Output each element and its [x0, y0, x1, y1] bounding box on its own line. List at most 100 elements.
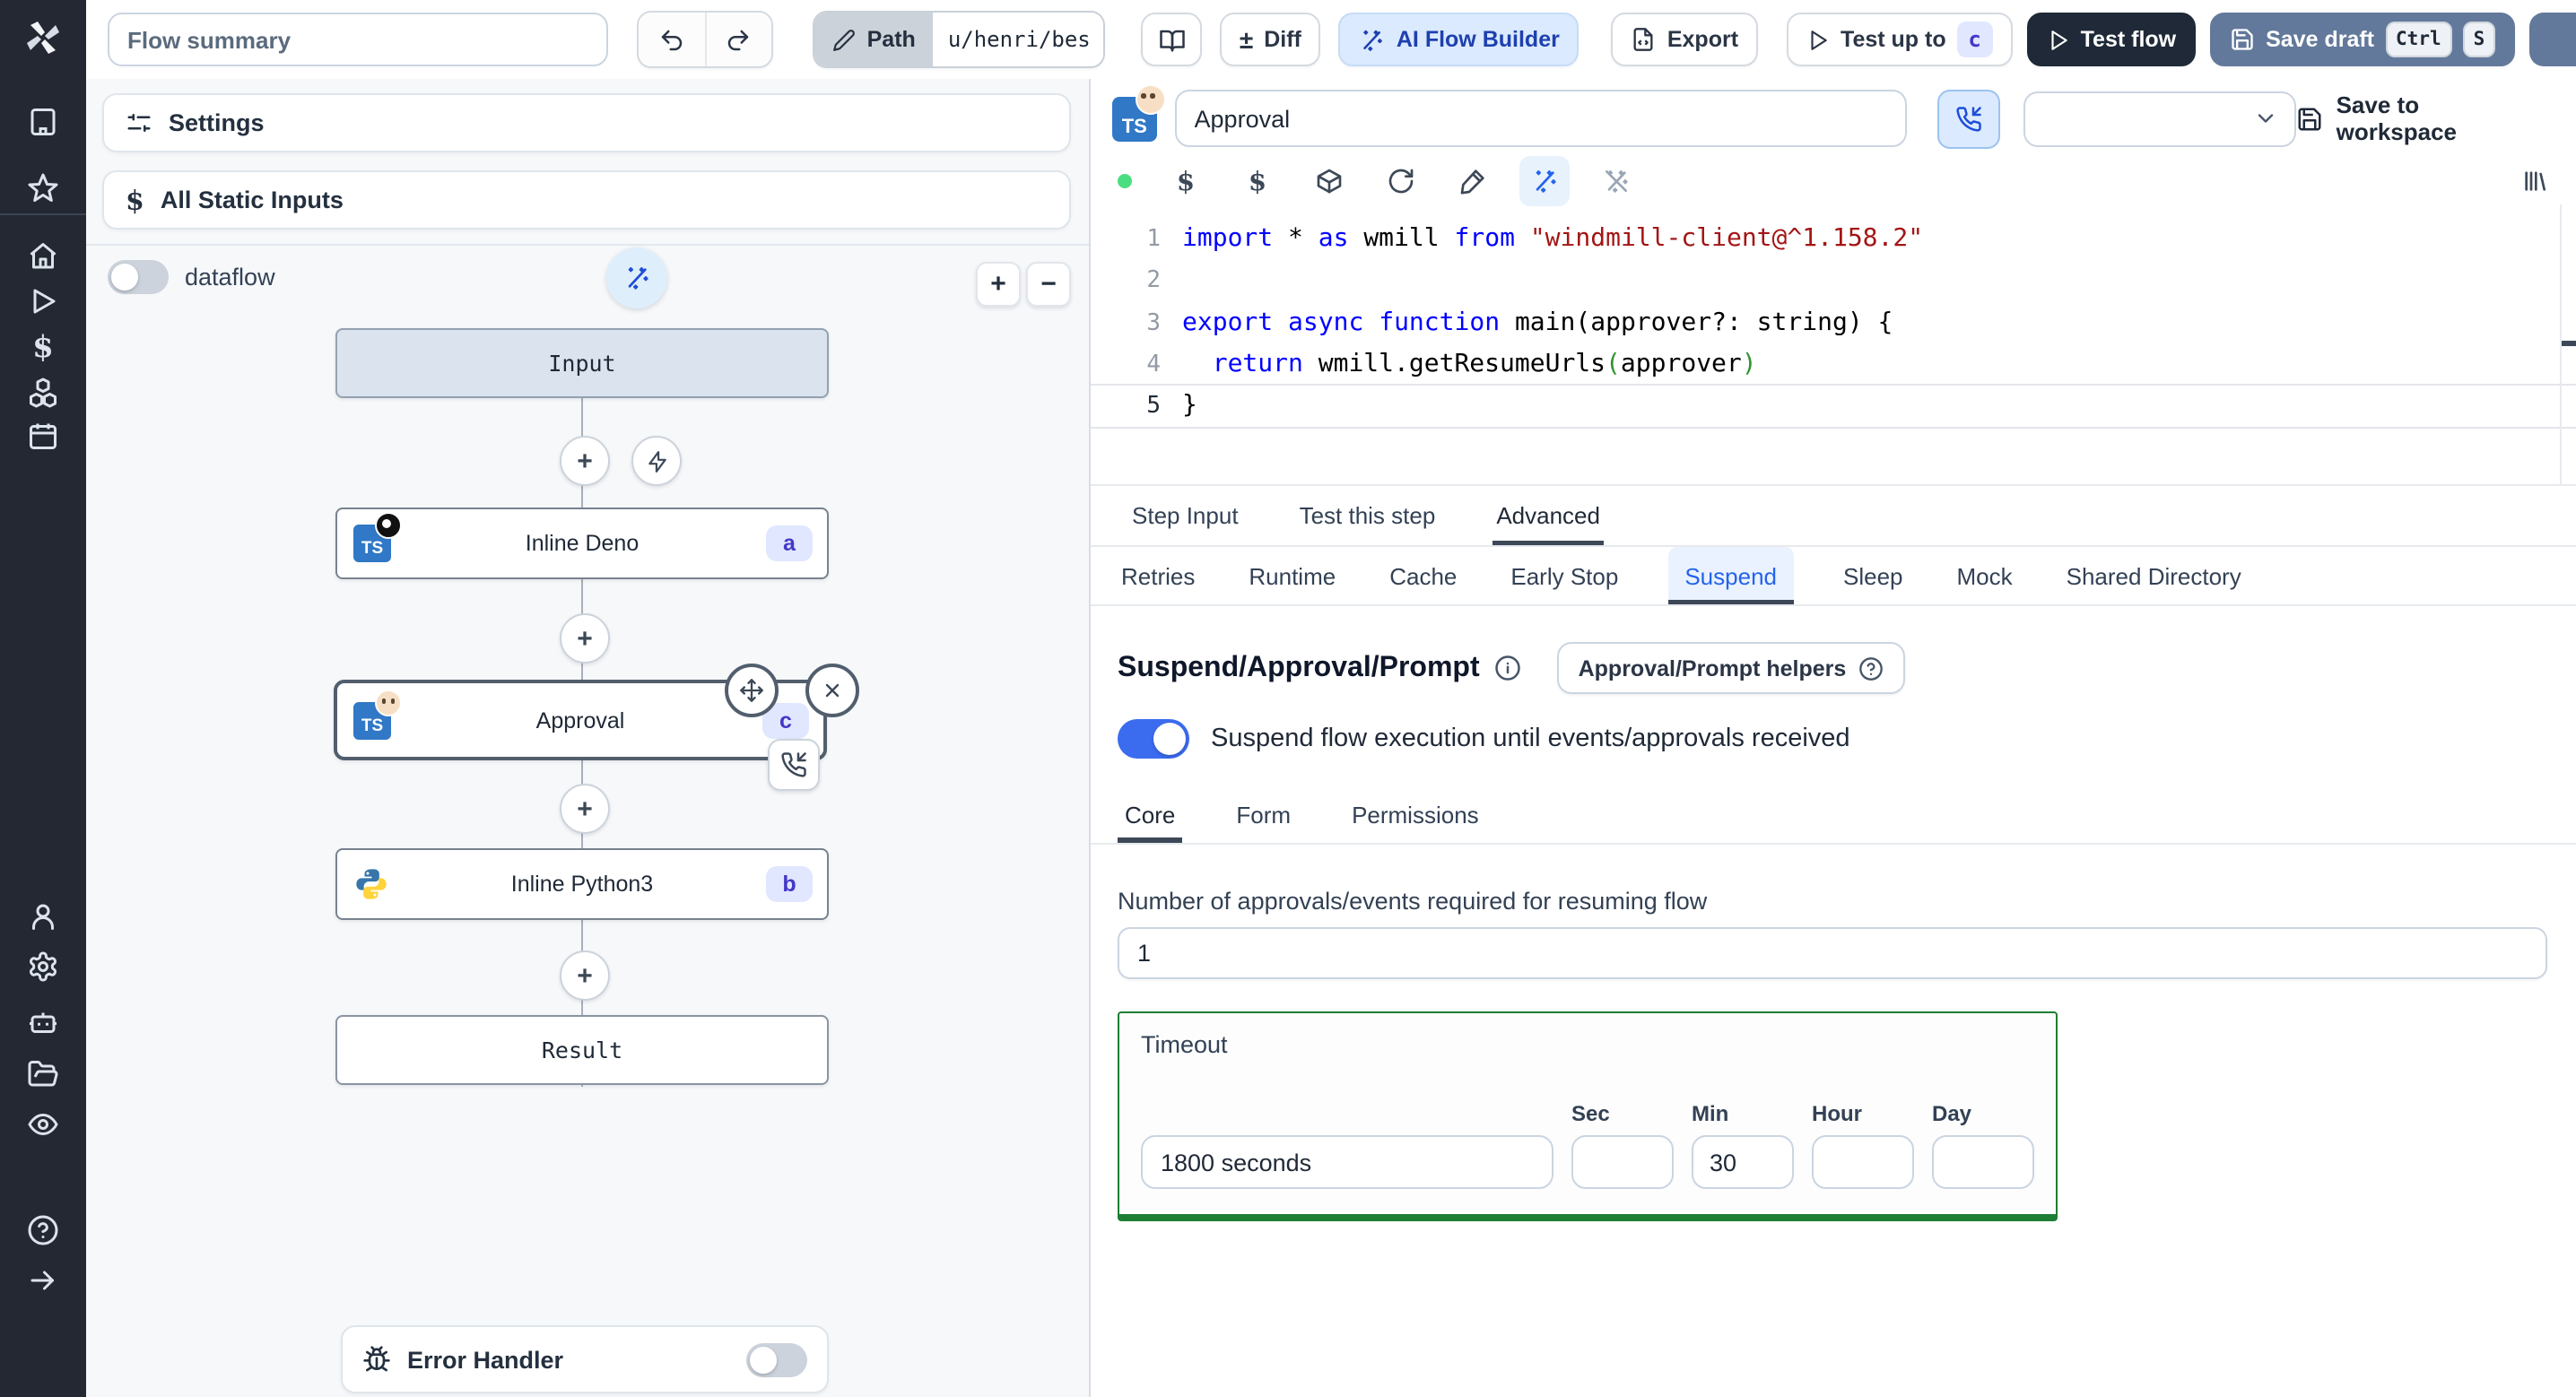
- suspend-heading: Suspend/Approval/Prompt: [1118, 652, 1480, 682]
- suspend-phone-incoming-badge: [768, 739, 820, 791]
- dataflow-toggle[interactable]: [108, 260, 169, 294]
- tab-suspend[interactable]: Suspend: [1668, 547, 1793, 604]
- package-icon[interactable]: [1315, 167, 1344, 195]
- timeout-day-input[interactable]: [1932, 1135, 2034, 1189]
- approval-prompt-helpers-button[interactable]: Approval/Prompt helpers: [1556, 642, 1906, 694]
- settings-gear-icon[interactable]: [27, 950, 59, 983]
- ai-wand-icon[interactable]: [1519, 156, 1570, 206]
- play-icon: [2047, 28, 2070, 51]
- graph-node-result[interactable]: Result: [335, 1015, 829, 1085]
- delete-node-button[interactable]: [805, 664, 859, 717]
- tab-cache[interactable]: Cache: [1386, 547, 1460, 604]
- tab-mock[interactable]: Mock: [1954, 547, 2016, 604]
- flow-settings-button[interactable]: Settings: [102, 93, 1071, 152]
- graph-zoom-in-button[interactable]: +: [976, 262, 1021, 307]
- flow-summary-input[interactable]: [108, 13, 608, 66]
- error-handler-toggle[interactable]: [746, 1342, 807, 1376]
- docs-book-button[interactable]: [1141, 13, 1202, 66]
- save-draft-button[interactable]: Save draft Ctrl S: [2210, 13, 2516, 66]
- redo-button[interactable]: [704, 13, 772, 66]
- audit-eye-icon[interactable]: [27, 1108, 59, 1141]
- insert-step-button[interactable]: +: [560, 950, 610, 1001]
- result-node-label: Result: [541, 1037, 623, 1063]
- schedules-calendar-icon[interactable]: [27, 420, 59, 452]
- tab-retries[interactable]: Retries: [1118, 547, 1198, 604]
- help-circle-icon[interactable]: [27, 1214, 59, 1246]
- step-name-input[interactable]: [1174, 90, 1907, 147]
- path-button-group[interactable]: Path u/henri/bes: [813, 11, 1106, 68]
- error-handler-card[interactable]: Error Handler: [341, 1325, 829, 1393]
- save-to-workspace-button[interactable]: Save to workspace: [2297, 91, 2544, 145]
- folders-icon[interactable]: [27, 1058, 59, 1090]
- timeout-sec-input[interactable]: [1571, 1135, 1674, 1189]
- code-line-1[interactable]: 1 import * as wmill from "windmill-client…: [1089, 219, 2576, 261]
- all-static-inputs-button[interactable]: $ All Static Inputs: [102, 170, 1071, 230]
- workers-bot-icon[interactable]: [27, 1006, 59, 1038]
- tab-shared-directory[interactable]: Shared Directory: [2063, 547, 2245, 604]
- suspend-toggle[interactable]: [1118, 719, 1189, 759]
- graph-node-input[interactable]: Input: [335, 328, 829, 398]
- insert-step-button[interactable]: +: [560, 784, 610, 834]
- test-up-to-button[interactable]: Test up to c: [1787, 13, 2013, 66]
- editor-overview-ruler[interactable]: [2560, 204, 2576, 484]
- path-button[interactable]: Path: [814, 13, 934, 66]
- resources-boxes-icon[interactable]: [27, 377, 59, 409]
- tab-advanced[interactable]: Advanced: [1493, 486, 1604, 545]
- deploy-button-partial[interactable]: [2529, 13, 2576, 66]
- code-line-3[interactable]: 3 export async function main(approver?: s…: [1089, 302, 2576, 344]
- tab-form[interactable]: Form: [1229, 787, 1298, 843]
- static-inputs-icon[interactable]: $: [1171, 166, 1200, 196]
- code-lines: 1 import * as wmill from "windmill-client…: [1089, 204, 2576, 428]
- dynamic-inputs-icon[interactable]: $: [1243, 166, 1272, 196]
- refresh-icon[interactable]: [1387, 167, 1415, 195]
- runs-play-icon[interactable]: [27, 285, 59, 317]
- code-line-4[interactable]: 4 return wmill.getResumeUrls(approver): [1089, 344, 2576, 386]
- timeout-total-input[interactable]: [1141, 1135, 1553, 1189]
- insert-trigger-button[interactable]: [631, 436, 682, 486]
- workspace-building-icon[interactable]: [27, 106, 59, 138]
- timeout-min-input[interactable]: [1692, 1135, 1794, 1189]
- baby-emoji-icon: [1135, 83, 1166, 114]
- code-editor[interactable]: 1 import * as wmill from "windmill-client…: [1089, 204, 2576, 484]
- expand-arrow-right-icon[interactable]: [27, 1264, 59, 1297]
- home-icon[interactable]: [27, 240, 59, 273]
- tab-early-stop[interactable]: Early Stop: [1507, 547, 1622, 604]
- ai-flow-builder-button[interactable]: AI Flow Builder: [1338, 13, 1580, 66]
- graph-zoom-out-button[interactable]: −: [1026, 262, 1071, 307]
- approvals-count-input[interactable]: [1118, 927, 2547, 979]
- tab-test-this-step[interactable]: Test this step: [1296, 486, 1440, 545]
- export-button[interactable]: Export: [1611, 13, 1759, 66]
- suspend-phone-toggle-button[interactable]: [1937, 89, 2000, 148]
- test-flow-button[interactable]: Test flow: [2026, 13, 2197, 66]
- timeout-hour-input[interactable]: [1812, 1135, 1914, 1189]
- library-icon[interactable]: [2520, 167, 2549, 195]
- ai-wand-off-icon[interactable]: [1602, 167, 1631, 195]
- diff-button[interactable]: ± Diff: [1219, 13, 1321, 66]
- format-brush-icon[interactable]: [1458, 167, 1487, 195]
- tab-core[interactable]: Core: [1118, 787, 1182, 843]
- timeout-unit-label: Hour: [1812, 1101, 1862, 1126]
- bug-icon: [362, 1345, 391, 1374]
- code-line-5[interactable]: 5}: [1089, 386, 2576, 428]
- graph-node-inline-deno[interactable]: TS Inline Deno a: [335, 508, 829, 579]
- info-icon[interactable]: [1494, 655, 1521, 681]
- tab-permissions[interactable]: Permissions: [1345, 787, 1486, 843]
- insert-step-button[interactable]: +: [560, 613, 610, 664]
- save-to-workspace-label: Save to workspace: [2336, 91, 2457, 145]
- favorites-star-icon[interactable]: [27, 172, 59, 204]
- undo-button[interactable]: [638, 13, 704, 66]
- tab-step-input[interactable]: Step Input: [1128, 486, 1242, 545]
- variables-dollar-icon[interactable]: $: [27, 330, 59, 366]
- dataflow-label: dataflow: [185, 264, 275, 291]
- flow-graph-panel: Settings $ All Static Inputs dataflow + …: [86, 79, 1091, 1397]
- graph-ai-wand-button[interactable]: [606, 247, 667, 308]
- windmill-logo-icon[interactable]: [22, 16, 65, 59]
- graph-node-inline-python3[interactable]: Inline Python3 b: [335, 848, 829, 920]
- code-line-2[interactable]: 2: [1089, 261, 2576, 303]
- step-template-select[interactable]: [2023, 91, 2297, 146]
- users-icon[interactable]: [27, 900, 59, 933]
- insert-step-button[interactable]: +: [560, 436, 610, 486]
- tab-runtime[interactable]: Runtime: [1245, 547, 1339, 604]
- tab-sleep[interactable]: Sleep: [1840, 547, 1907, 604]
- move-node-button[interactable]: [725, 664, 779, 717]
